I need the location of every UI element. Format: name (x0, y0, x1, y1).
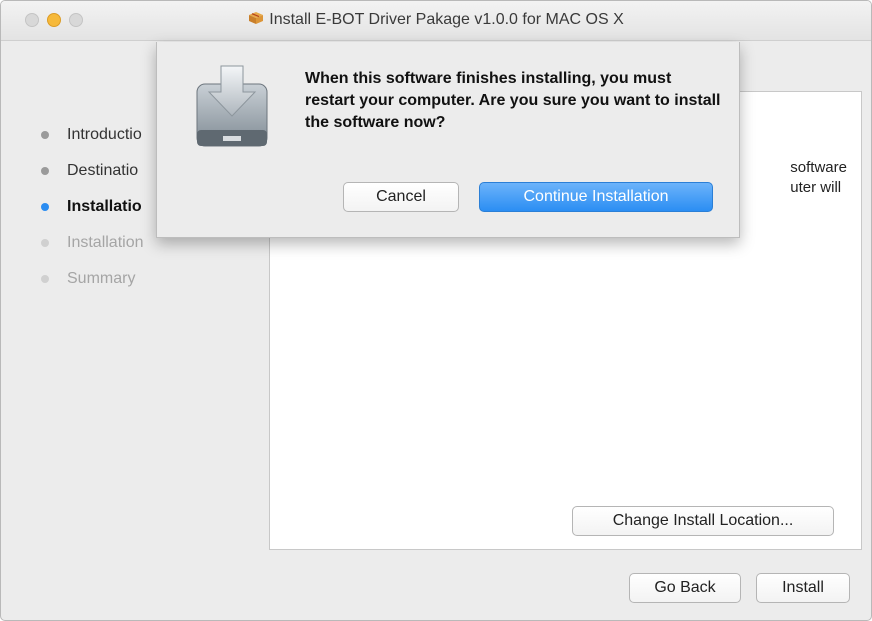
step-installation: Installation (39, 229, 144, 265)
step-label: Installatio (67, 198, 142, 215)
step-label: Summary (67, 270, 136, 287)
installer-window: Install E-BOT Driver Pakage v1.0.0 for M… (0, 0, 872, 621)
content-text-line: uter will (790, 179, 842, 196)
step-introduction: Introductio (39, 121, 144, 157)
title-bar: Install E-BOT Driver Pakage v1.0.0 for M… (1, 1, 871, 41)
content-text-line: software (790, 159, 847, 176)
step-label: Destinatio (67, 162, 139, 179)
step-label: Introductio (67, 126, 142, 143)
installer-steps: Introductio Destinatio Installatio Insta… (39, 121, 144, 301)
change-install-location-button[interactable]: Change Install Location... (572, 506, 834, 536)
step-label: Installation (67, 234, 144, 251)
step-bullet-icon (41, 275, 49, 283)
cancel-button[interactable]: Cancel (343, 182, 459, 212)
step-summary: Summary (39, 265, 144, 301)
window-title-area: Install E-BOT Driver Pakage v1.0.0 for M… (1, 11, 871, 29)
step-destination: Destinatio (39, 157, 144, 193)
step-bullet-icon (41, 203, 49, 211)
window-title: Install E-BOT Driver Pakage v1.0.0 for M… (269, 11, 624, 28)
step-installation-type: Installatio (39, 193, 144, 229)
restart-confirmation-dialog: When this software finishes installing, … (156, 42, 740, 238)
install-button[interactable]: Install (756, 573, 850, 603)
installer-disk-icon (196, 65, 268, 147)
continue-installation-button[interactable]: Continue Installation (479, 182, 713, 212)
step-bullet-icon (41, 131, 49, 139)
dialog-message: When this software finishes installing, … (305, 70, 721, 131)
step-bullet-icon (41, 239, 49, 247)
step-bullet-icon (41, 167, 49, 175)
content-text: software uter will (790, 158, 847, 198)
go-back-button[interactable]: Go Back (629, 573, 741, 603)
package-icon (249, 12, 264, 24)
